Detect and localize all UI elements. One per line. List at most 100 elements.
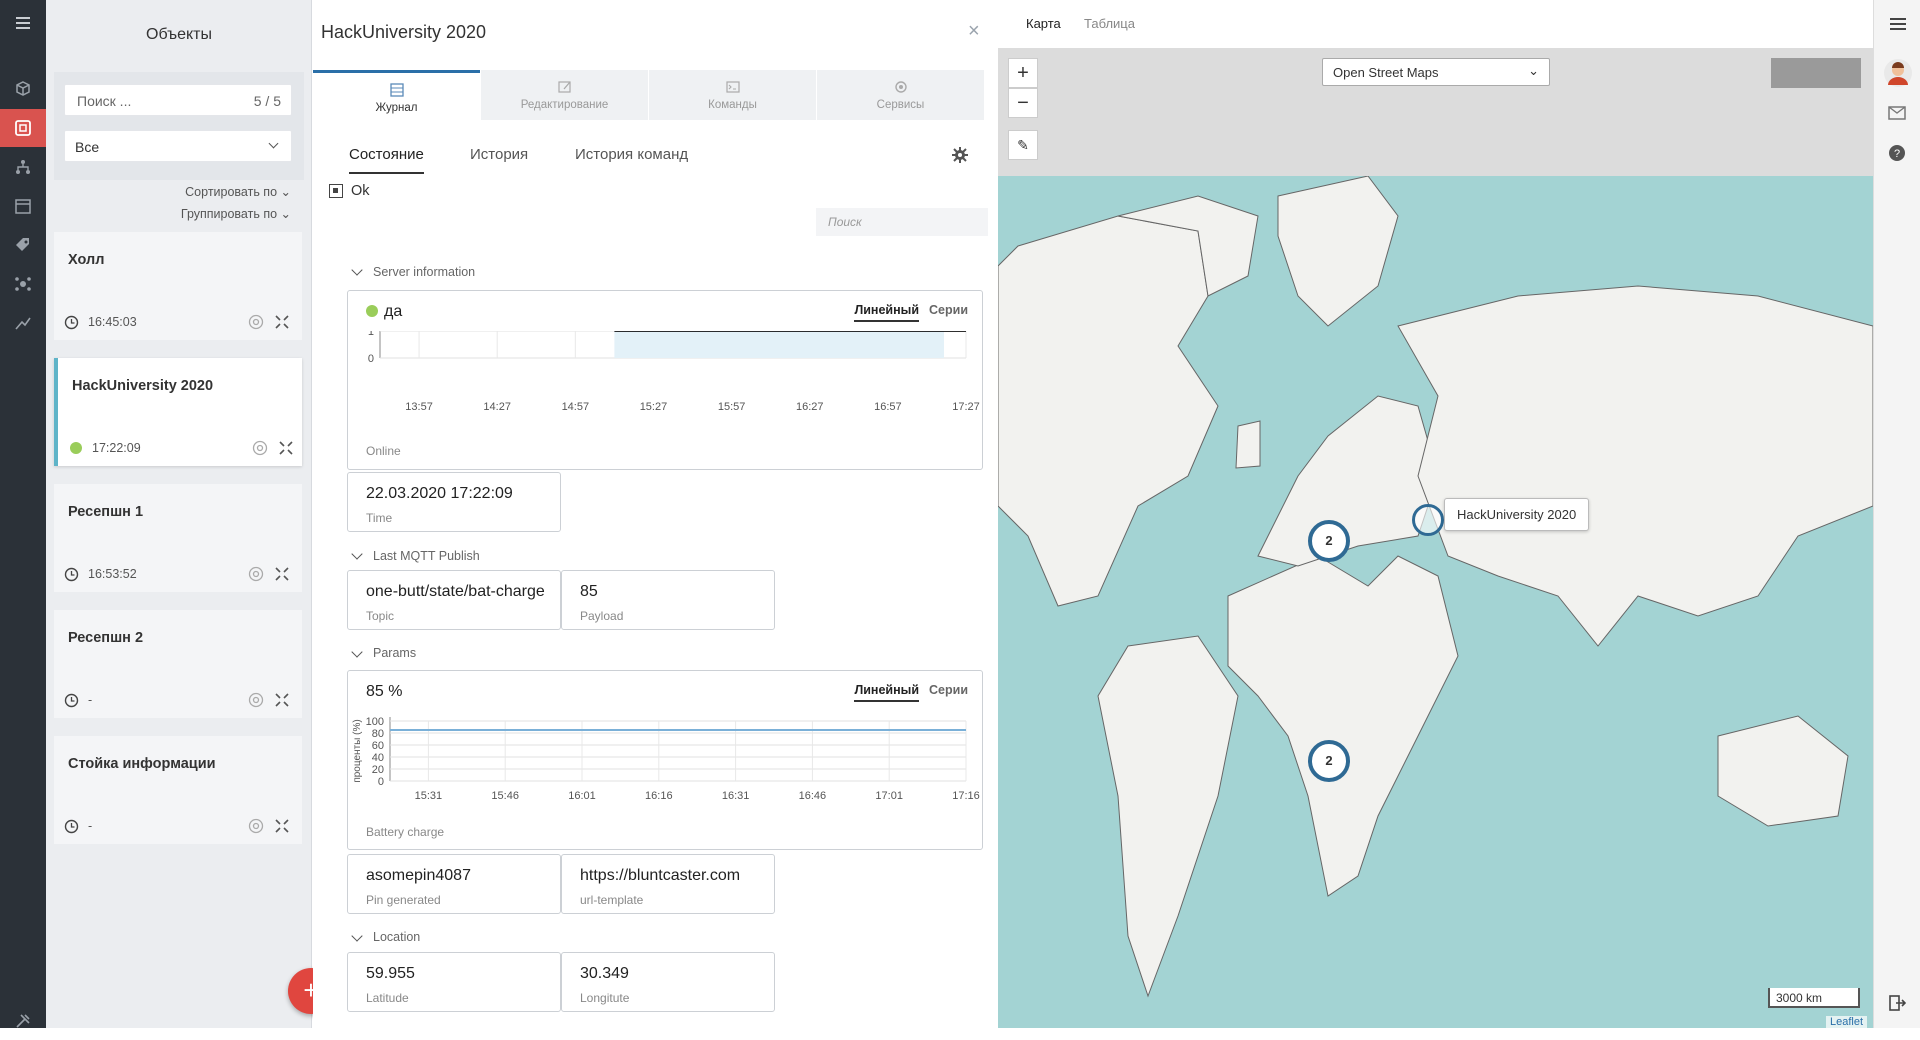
battery-caption: Battery charge xyxy=(366,825,445,839)
battery-chart-card: 85 % Линейный Серии 100 80 60 40 20 0 15:31 15:4… xyxy=(347,670,983,850)
section-server-information[interactable]: Server information xyxy=(373,265,475,279)
chart-mode-series[interactable]: Серии xyxy=(929,303,968,317)
object-card[interactable]: Холл 16:45:03 xyxy=(54,232,302,340)
group-dropdown[interactable]: Группировать по ⌄ xyxy=(181,206,291,221)
logout-icon[interactable] xyxy=(1888,994,1906,1012)
map-marker[interactable] xyxy=(1412,504,1444,536)
detail-search-input[interactable]: Поиск xyxy=(816,208,988,236)
detail-search-placeholder: Поиск xyxy=(828,215,862,229)
section-mqtt[interactable]: Last MQTT Publish xyxy=(373,549,480,563)
chevron-down-icon[interactable] xyxy=(351,646,363,658)
collapse-icon[interactable] xyxy=(274,692,290,708)
map-panel: Карта Таблица + − ✎ Open Street Maps ⌄ 2 … xyxy=(998,0,1873,1028)
map-cluster[interactable]: 2 xyxy=(1308,740,1350,782)
target-icon[interactable] xyxy=(1771,58,1801,88)
locate-icon[interactable] xyxy=(248,818,264,834)
y-tick-label: 80 xyxy=(372,728,384,740)
time-value: 22.03.2020 17:22:09 xyxy=(366,485,513,502)
zoom-in-button[interactable]: + xyxy=(1008,58,1038,88)
chart-mode-series[interactable]: Серии xyxy=(929,683,968,697)
online-indicator xyxy=(366,305,378,317)
ruler-icon[interactable]: ✎ xyxy=(1008,130,1038,160)
locate-icon[interactable] xyxy=(252,440,268,456)
payload-label: Payload xyxy=(580,609,624,623)
chart-mode-tabs: Линейный Серии xyxy=(854,683,968,702)
tab-journal[interactable]: Журнал xyxy=(313,70,480,120)
locate-icon[interactable] xyxy=(248,692,264,708)
search-input[interactable]: Поиск ... 5 / 5 xyxy=(64,84,292,116)
payload-field: 85 Payload xyxy=(561,570,775,630)
locate-icon[interactable] xyxy=(248,566,264,582)
tab-table[interactable]: Таблица xyxy=(1084,16,1135,31)
locate-icon[interactable] xyxy=(248,314,264,330)
chevron-down-icon[interactable] xyxy=(351,264,363,276)
sort-dropdown[interactable]: Сортировать по ⌄ xyxy=(185,184,291,199)
chart-mode-linear[interactable]: Линейный xyxy=(854,303,920,322)
object-card[interactable]: HackUniversity 2020 17:22:09 xyxy=(54,358,302,466)
chevron-down-icon[interactable] xyxy=(351,930,363,942)
chevron-down-icon[interactable] xyxy=(351,548,363,560)
subtab-state[interactable]: Состояние xyxy=(349,146,424,174)
journal-icon xyxy=(389,83,404,97)
chart-mode-linear[interactable]: Линейный xyxy=(854,683,920,702)
y-tick-label: 40 xyxy=(372,752,384,764)
filter-select[interactable]: Все xyxy=(64,130,292,162)
menu-icon[interactable] xyxy=(0,4,46,42)
hierarchy-icon[interactable] xyxy=(0,148,46,186)
tab-services[interactable]: Сервисы xyxy=(817,70,984,120)
south-america xyxy=(1097,635,1239,998)
eye-icon[interactable] xyxy=(1801,58,1831,88)
tab-edit[interactable]: Редактирование xyxy=(481,70,648,120)
x-tick-label: 15:57 xyxy=(718,401,746,413)
world-map[interactable] xyxy=(998,176,1873,1028)
network-icon[interactable] xyxy=(0,265,46,303)
collapse-icon[interactable] xyxy=(274,566,290,582)
section-location[interactable]: Location xyxy=(373,930,420,944)
collapse-icon[interactable] xyxy=(274,818,290,834)
gear-icon[interactable] xyxy=(951,146,969,164)
object-card-time: 17:22:09 xyxy=(92,441,141,455)
chart-mode-tabs: Линейный Серии xyxy=(854,303,968,322)
analytics-icon[interactable] xyxy=(0,304,46,342)
subtab-history[interactable]: История xyxy=(470,146,528,172)
cube-icon[interactable] xyxy=(0,70,46,108)
hamburger-icon[interactable] xyxy=(1888,14,1908,34)
map-attribution[interactable]: Leaflet xyxy=(1826,1016,1868,1028)
tag-icon[interactable] xyxy=(0,226,46,264)
online-line-chart: 1 0 13:57 14:27 14:57 15:27 15:57 16:27 16:57 17:… xyxy=(368,331,980,413)
zoom-out-button[interactable]: − xyxy=(1008,88,1038,118)
pin-label: Pin generated xyxy=(366,893,441,907)
objects-icon[interactable] xyxy=(0,109,46,147)
object-card-time: - xyxy=(88,693,93,707)
help-icon[interactable]: ? xyxy=(1888,144,1906,162)
tab-commands[interactable]: Команды xyxy=(649,70,816,120)
latitude-value: 59.955 xyxy=(366,965,415,982)
search-count: 5 / 5 xyxy=(253,93,281,109)
collapse-icon[interactable] xyxy=(274,314,290,330)
object-card[interactable]: Ресепшн 1 16:53:52 xyxy=(54,484,302,592)
calendar-icon[interactable] xyxy=(0,187,46,225)
map-layer-select[interactable]: Open Street Maps ⌄ xyxy=(1322,58,1550,86)
tools-icon[interactable] xyxy=(0,1002,46,1040)
svg-text:?: ? xyxy=(1894,148,1900,160)
tab-journal-label: Журнал xyxy=(375,102,418,114)
avatar[interactable] xyxy=(1883,58,1913,88)
subtab-command-history[interactable]: История команд xyxy=(575,146,688,172)
close-icon[interactable]: × xyxy=(968,20,980,43)
section-params[interactable]: Params xyxy=(373,646,416,660)
x-tick-label: 16:01 xyxy=(568,790,596,802)
tab-map[interactable]: Карта xyxy=(1026,16,1061,31)
status-checkbox xyxy=(329,184,343,198)
filter-value: Все xyxy=(75,139,100,155)
layers-icon[interactable] xyxy=(1831,58,1861,88)
africa xyxy=(1227,555,1459,897)
collapse-icon[interactable] xyxy=(278,440,294,456)
object-card[interactable]: Стойка информации - xyxy=(54,736,302,844)
mail-icon[interactable] xyxy=(1888,106,1906,120)
object-card[interactable]: Ресепшн 2 - xyxy=(54,610,302,718)
longitude-value: 30.349 xyxy=(580,965,629,982)
object-card-title: Холл xyxy=(68,252,105,268)
latitude-field: 59.955 Latitude xyxy=(347,952,561,1012)
map-cluster[interactable]: 2 xyxy=(1308,520,1350,562)
battery-value: 85 % xyxy=(366,683,403,700)
